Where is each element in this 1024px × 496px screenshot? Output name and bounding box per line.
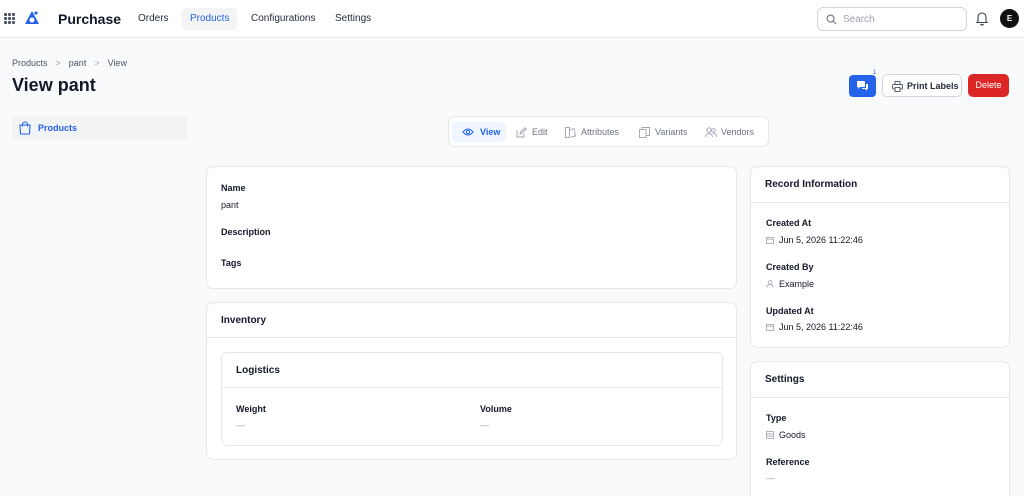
tab-edit-label: Edit bbox=[532, 127, 548, 137]
nav-settings[interactable]: Settings bbox=[327, 8, 379, 30]
printer-icon bbox=[892, 81, 903, 92]
app-logo-icon[interactable] bbox=[23, 9, 41, 27]
search-placeholder: Search bbox=[843, 14, 875, 25]
created-at-value: Jun 5, 2026 11:22:46 bbox=[779, 235, 863, 245]
user-icon bbox=[766, 280, 774, 288]
tab-variants-label: Variants bbox=[655, 127, 688, 137]
logistics-card: Logistics Weight — Volume — bbox=[221, 352, 723, 446]
comments-button[interactable] bbox=[849, 75, 876, 97]
tab-view-label: View bbox=[480, 127, 501, 137]
volume-value: — bbox=[480, 420, 489, 430]
updated-at-value: Jun 5, 2026 11:22:46 bbox=[779, 322, 863, 332]
nav-orders[interactable]: Orders bbox=[130, 8, 177, 30]
weight-value: — bbox=[236, 420, 245, 430]
reference-value: — bbox=[766, 473, 775, 483]
created-by-value: Example bbox=[779, 279, 815, 289]
tab-vendors-label: Vendors bbox=[721, 127, 755, 137]
tab-variants[interactable]: Variants bbox=[639, 122, 691, 142]
tab-edit[interactable]: Edit bbox=[516, 122, 552, 142]
calendar-icon bbox=[766, 324, 774, 331]
created-by-label: Created By bbox=[766, 262, 814, 272]
breadcrumb-products[interactable]: Products bbox=[12, 58, 48, 68]
inventory-card: Inventory Logistics Weight — Volume — bbox=[206, 302, 737, 460]
logistics-title: Logistics bbox=[236, 365, 280, 376]
weight-label: Weight bbox=[236, 404, 266, 414]
tags-label: Tags bbox=[221, 258, 242, 268]
type-label: Type bbox=[766, 413, 787, 423]
vendors-icon bbox=[705, 127, 717, 138]
app-name: Purchase bbox=[58, 11, 122, 27]
created-at-label: Created At bbox=[766, 218, 812, 228]
record-information-title: Record Information bbox=[765, 179, 858, 190]
print-labels-label: Print Labels bbox=[907, 81, 959, 91]
logistics-header: Logistics bbox=[222, 353, 722, 388]
edit-icon bbox=[516, 127, 527, 138]
settings-title: Settings bbox=[765, 374, 805, 385]
nav-products[interactable]: Products bbox=[182, 8, 238, 30]
settings-card: Settings Type Goods Reference — bbox=[750, 361, 1010, 496]
shopping-bag-icon bbox=[19, 121, 31, 135]
tab-view[interactable]: View bbox=[452, 122, 507, 142]
delete-button[interactable]: Delete bbox=[968, 74, 1009, 97]
name-label: Name bbox=[221, 183, 246, 193]
breadcrumb-product[interactable]: pant bbox=[69, 58, 87, 68]
updated-at-row: Jun 5, 2026 11:22:46 bbox=[766, 322, 863, 332]
print-labels-button[interactable]: Print Labels bbox=[882, 74, 962, 97]
updated-at-label: Updated At bbox=[766, 306, 814, 316]
box-icon bbox=[766, 431, 774, 439]
sidebar-item-products[interactable]: Products bbox=[12, 116, 187, 140]
record-information-header: Record Information bbox=[751, 167, 1009, 203]
type-row: Goods bbox=[766, 430, 806, 440]
page-title: View pant bbox=[12, 75, 96, 95]
nav-configurations[interactable]: Configurations bbox=[243, 8, 323, 30]
eye-icon bbox=[462, 128, 474, 136]
chat-icon bbox=[857, 81, 868, 91]
created-by-row: Example bbox=[766, 279, 814, 289]
calendar-icon bbox=[766, 237, 774, 244]
inventory-header: Inventory bbox=[207, 303, 736, 338]
chevron-right-icon: > bbox=[94, 58, 100, 68]
tab-attributes[interactable]: Attributes bbox=[565, 122, 623, 142]
volume-label: Volume bbox=[480, 404, 512, 414]
tab-vendors[interactable]: Vendors bbox=[705, 122, 758, 142]
comments-count-badge: 1 bbox=[873, 70, 877, 76]
tab-attributes-label: Attributes bbox=[581, 127, 620, 137]
reference-label: Reference bbox=[766, 457, 810, 467]
user-avatar[interactable]: E bbox=[1000, 9, 1019, 28]
record-information-card: Record Information Created At Jun 5, 202… bbox=[750, 166, 1010, 348]
inventory-title: Inventory bbox=[221, 315, 267, 326]
settings-header: Settings bbox=[751, 362, 1009, 398]
view-tabs: View Edit Attributes Variants Vendors bbox=[448, 116, 769, 147]
attributes-icon bbox=[565, 127, 576, 138]
name-value: pant bbox=[221, 200, 239, 210]
sidebar-item-label: Products bbox=[38, 123, 78, 133]
top-navigation: Purchase Orders Products Configurations … bbox=[0, 0, 1024, 38]
app-grid-icon[interactable] bbox=[4, 13, 15, 24]
description-label: Description bbox=[221, 227, 271, 237]
type-value: Goods bbox=[779, 430, 806, 440]
breadcrumb-current: View bbox=[107, 58, 127, 68]
notification-bell-icon[interactable] bbox=[975, 11, 989, 26]
variants-icon bbox=[639, 127, 650, 138]
search-icon bbox=[826, 14, 837, 25]
product-details-card: Name pant Description Tags bbox=[206, 166, 737, 289]
search-input[interactable]: Search bbox=[817, 7, 967, 31]
breadcrumb: Products > pant > View bbox=[12, 58, 127, 68]
created-at-row: Jun 5, 2026 11:22:46 bbox=[766, 235, 863, 245]
chevron-right-icon: > bbox=[55, 58, 61, 68]
